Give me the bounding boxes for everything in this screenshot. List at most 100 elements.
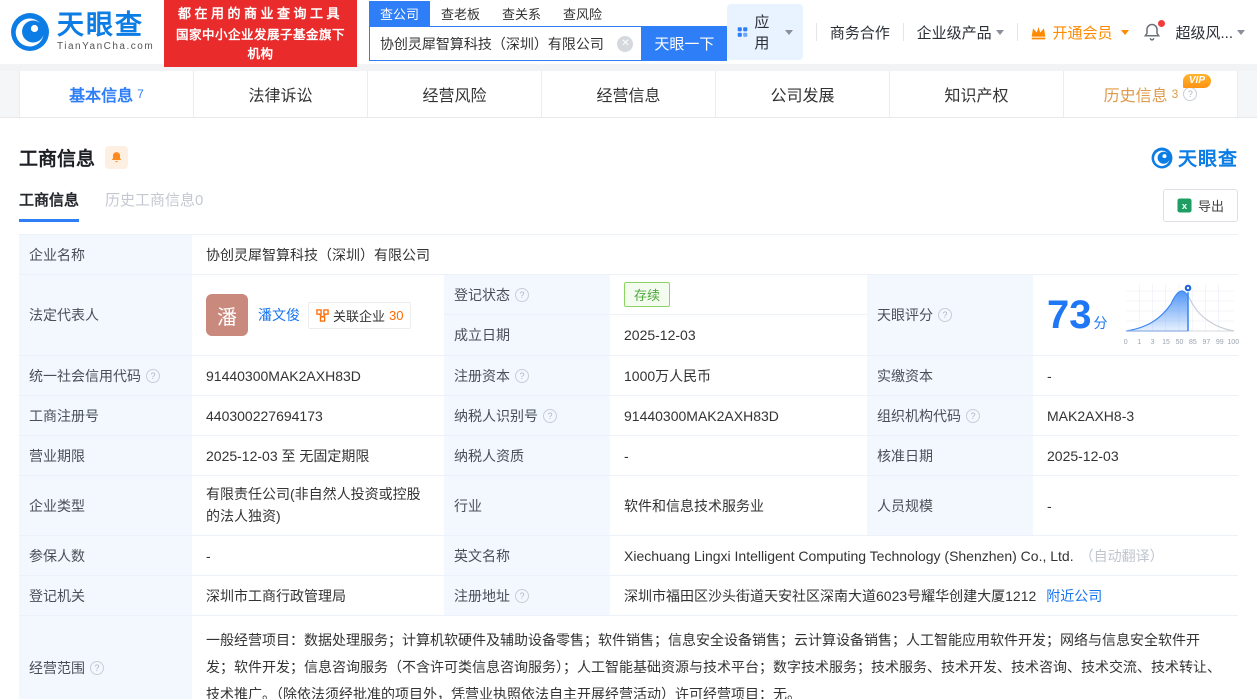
question-icon[interactable]: ? bbox=[966, 408, 980, 423]
field-label-business-term: 营业期限 bbox=[19, 436, 194, 475]
nav-enterprise-label: 企业级产品 bbox=[916, 24, 992, 42]
tab-operation-risk[interactable]: 经营风险 bbox=[368, 71, 542, 117]
tab-company-development[interactable]: 公司发展 bbox=[716, 71, 890, 117]
field-value-english-name: Xiechuang Lingxi Intelligent Computing T… bbox=[612, 536, 1238, 575]
subtab-history-business-info[interactable]: 历史工商信息0 bbox=[105, 189, 203, 222]
related-companies-badge[interactable]: 关联企业 30 bbox=[308, 301, 412, 329]
status-badge: 存续 bbox=[624, 282, 671, 307]
export-label: 导出 bbox=[1197, 199, 1224, 214]
nav-open-vip[interactable]: 开通会员 bbox=[1030, 22, 1130, 43]
promo-badge: 都在用的商业查询工具 国家中小企业发展子基金旗下机构 bbox=[164, 0, 357, 67]
field-value-est-date: 2025-12-03 bbox=[624, 327, 696, 343]
question-icon[interactable]: ? bbox=[515, 588, 529, 603]
field-label-industry: 行业 bbox=[444, 476, 612, 536]
english-name-text: Xiechuang Lingxi Intelligent Computing T… bbox=[624, 547, 1074, 564]
field-value-org-code: MAK2AXH8-3 bbox=[1047, 407, 1135, 424]
tab-business-info[interactable]: 经营信息 bbox=[542, 71, 716, 117]
logo-brand-text: 天眼查 bbox=[57, 10, 144, 40]
tab-label: 历史信息 bbox=[1103, 88, 1168, 105]
export-button[interactable]: x 导出 bbox=[1162, 189, 1238, 222]
table-row: 工商注册号 440300227694173 纳税人识别号 ? 91440300M… bbox=[19, 396, 1238, 436]
field-label-reg-number: 工商注册号 bbox=[19, 396, 194, 435]
watermark-text: 天眼查 bbox=[1177, 149, 1238, 170]
monitor-bell-button[interactable] bbox=[105, 146, 129, 169]
tab-label: 经营风险 bbox=[422, 88, 487, 105]
main-content: 工商信息 天眼查 工商信息 历史工商信息0 x 导出 企业名称 协创灵犀智算科技… bbox=[0, 144, 1257, 699]
field-value-staff-size: - bbox=[1047, 497, 1052, 514]
watermark-logo: 天眼查 bbox=[1151, 144, 1238, 171]
nav-enterprise-products[interactable]: 企业级产品 bbox=[917, 22, 1004, 43]
divider bbox=[902, 23, 904, 41]
question-icon[interactable]: ? bbox=[1183, 87, 1198, 101]
field-label-approval-date: 核准日期 bbox=[867, 436, 1035, 475]
nav-business-cooperation[interactable]: 商务合作 bbox=[830, 22, 890, 43]
search-tab-company[interactable]: 查公司 bbox=[368, 1, 430, 26]
field-label-text: 登记状态 bbox=[454, 286, 510, 303]
search-tab-risk[interactable]: 查风险 bbox=[552, 1, 613, 26]
search-input-wrap: ✕ bbox=[368, 26, 642, 61]
tianyancha-logo[interactable]: 天眼查 TianYanCha.com bbox=[10, 12, 154, 52]
field-value-insured: - bbox=[206, 547, 211, 564]
nav-super-risk[interactable]: 超级风... bbox=[1175, 22, 1245, 43]
search-input[interactable] bbox=[369, 35, 618, 52]
notification-bell[interactable] bbox=[1142, 20, 1166, 42]
search-tabs: 查公司 查老板 查关系 查风险 bbox=[368, 1, 727, 26]
nav-apps[interactable]: 应用 bbox=[727, 4, 804, 60]
tick-label: 100 bbox=[1227, 339, 1240, 346]
tab-history-info[interactable]: 历史信息 3 ? VIP bbox=[1064, 71, 1238, 117]
field-label-paid-capital: 实缴资本 bbox=[867, 356, 1035, 395]
subtab-business-info[interactable]: 工商信息 bbox=[19, 189, 80, 222]
field-label-text: 纳税人识别号 bbox=[454, 407, 538, 424]
legal-rep-link[interactable]: 潘文俊 bbox=[258, 305, 300, 325]
field-label-est-date: 成立日期 bbox=[444, 315, 612, 355]
field-value-reg-number: 440300227694173 bbox=[206, 407, 323, 424]
question-icon[interactable]: ? bbox=[938, 308, 952, 322]
avatar[interactable]: 潘 bbox=[206, 294, 248, 336]
field-value-reg-capital: 1000万人民币 bbox=[624, 367, 712, 384]
question-icon[interactable]: ? bbox=[543, 408, 557, 423]
nearby-companies-link[interactable]: 附近公司 bbox=[1046, 586, 1102, 606]
red-dot-badge bbox=[1158, 20, 1166, 27]
tab-intellectual-property[interactable]: 知识产权 bbox=[890, 71, 1064, 117]
tick-label: 1 bbox=[1137, 339, 1142, 346]
field-label-reg-capital: 注册资本 ? bbox=[444, 356, 612, 395]
logo-swirl-icon bbox=[11, 13, 49, 51]
field-label-reg-address: 注册地址 ? bbox=[444, 576, 612, 616]
excel-icon: x bbox=[1177, 198, 1192, 213]
tick-label: 97 bbox=[1202, 339, 1211, 346]
business-info-table: 企业名称 协创灵犀智算科技（深圳）有限公司 法定代表人 潘 潘文俊 关联企业 3… bbox=[19, 234, 1240, 699]
question-icon[interactable]: ? bbox=[515, 368, 529, 383]
logo-domain-text: TianYanCha.com bbox=[57, 41, 155, 52]
table-row: 法定代表人 潘 潘文俊 关联企业 30 登记状态 ? 存续 成立日期 2025-… bbox=[19, 275, 1240, 356]
question-icon[interactable]: ? bbox=[146, 368, 160, 383]
table-row: 营业期限 2025-12-03 至 无固定期限 纳税人资质 - 核准日期 202… bbox=[19, 436, 1238, 476]
chevron-down-icon bbox=[1237, 29, 1245, 35]
search-tab-relation[interactable]: 查关系 bbox=[491, 1, 552, 26]
field-value-reg-status: 存续 bbox=[612, 275, 867, 314]
tab-legal-litigation[interactable]: 法律诉讼 bbox=[194, 71, 368, 117]
tab-basic-info[interactable]: 基本信息 7 bbox=[19, 71, 194, 117]
tick-label: 85 bbox=[1189, 339, 1197, 346]
field-label-credit-code: 统一社会信用代码 ? bbox=[19, 356, 194, 395]
divider bbox=[816, 23, 817, 41]
question-icon[interactable]: ? bbox=[90, 660, 104, 675]
tab-count: 3 bbox=[1171, 87, 1179, 101]
field-label-business-scope: 经营范围 ? bbox=[19, 616, 194, 699]
field-label-reg-authority: 登记机关 bbox=[19, 576, 194, 616]
question-icon[interactable]: ? bbox=[515, 287, 529, 302]
search-tab-boss[interactable]: 查老板 bbox=[430, 1, 491, 26]
tick-label: 99 bbox=[1215, 339, 1224, 346]
divider bbox=[1016, 23, 1018, 41]
field-label-text: 统一社会信用代码 bbox=[29, 367, 141, 384]
page-tab-bar: 基本信息 7 法律诉讼 经营风险 经营信息 公司发展 知识产权 历史信息 3 ?… bbox=[0, 71, 1257, 118]
field-value-industry: 软件和信息技术服务业 bbox=[624, 497, 764, 514]
clear-icon[interactable]: ✕ bbox=[617, 35, 634, 52]
field-label-text: 组织机构代码 bbox=[877, 407, 961, 424]
top-nav: 应用 商务合作 企业级产品 开通会员 超级风... bbox=[727, 4, 1245, 60]
field-label-text: 注册地址 bbox=[454, 587, 510, 604]
top-bar: 天眼查 TianYanCha.com 都在用的商业查询工具 国家中小企业发展子基… bbox=[0, 0, 1257, 67]
tab-label: 经营信息 bbox=[596, 88, 661, 105]
nav-super-risk-label: 超级风... bbox=[1175, 24, 1233, 42]
score-value: 73 分 bbox=[1047, 295, 1108, 335]
search-button[interactable]: 天眼一下 bbox=[641, 26, 728, 61]
